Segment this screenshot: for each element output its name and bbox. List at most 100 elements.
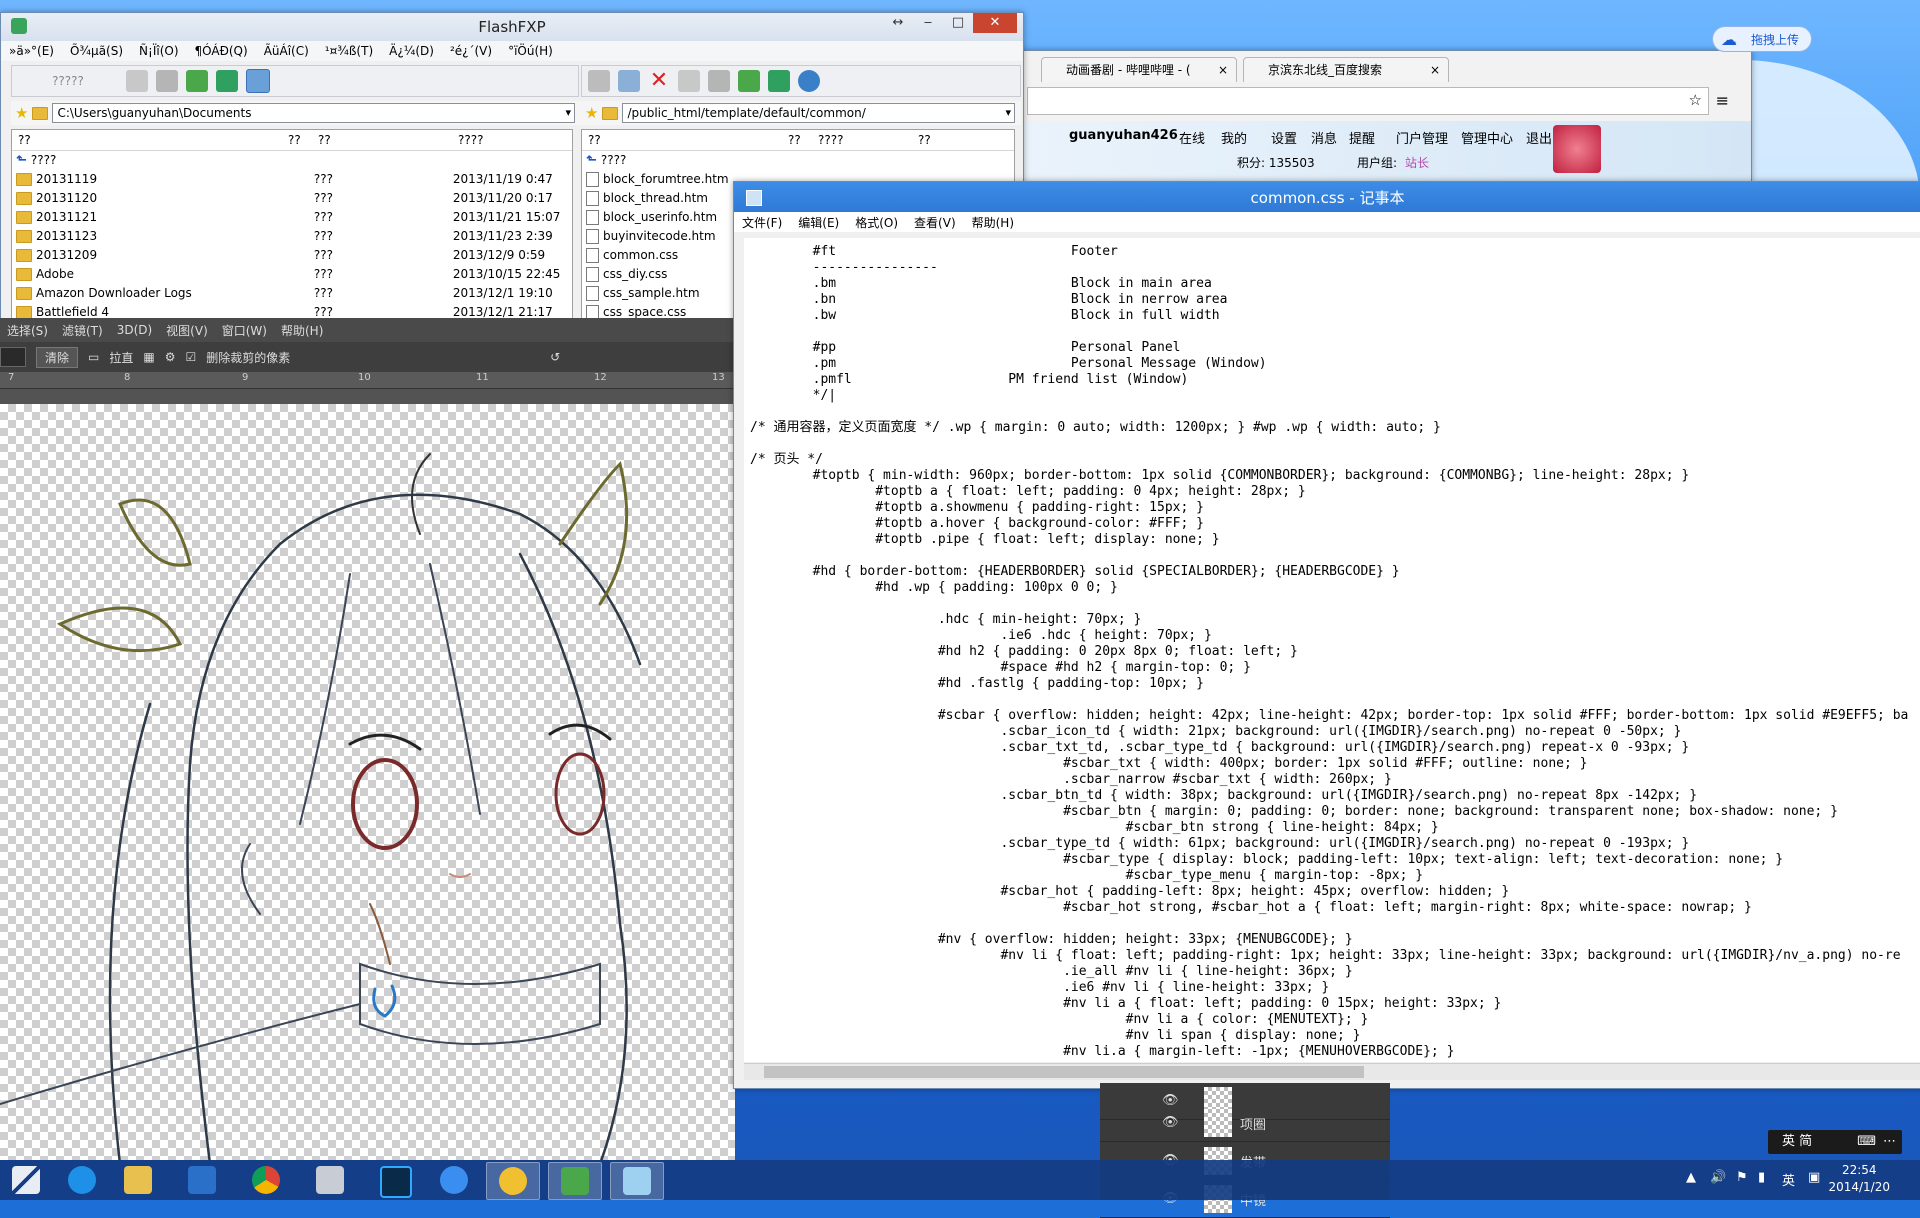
compare-icon[interactable] <box>738 70 760 92</box>
reset-icon[interactable]: ↺ <box>550 350 560 364</box>
scrollbar-thumb[interactable] <box>764 1066 1364 1078</box>
notification-icon[interactable]: ▣ <box>1808 1170 1820 1185</box>
col-name[interactable]: ?? <box>582 130 788 150</box>
browser-tab-bilibili[interactable]: 动画番剧 - 哔哩哔哩 - (× <box>1041 57 1237 82</box>
folder-icon[interactable] <box>32 106 49 120</box>
eye-icon[interactable]: 👁 <box>1162 1115 1179 1130</box>
right-path-input[interactable]: /public_html/template/default/common/ <box>622 103 1015 123</box>
artwork-canvas[interactable] <box>0 404 735 1160</box>
link-reminders[interactable]: 提醒 <box>1349 128 1375 147</box>
menu-select[interactable]: 选择(S) <box>0 322 55 339</box>
taskbar-flashfxp-blue[interactable] <box>176 1162 228 1198</box>
table-row[interactable]: Adobe??? 2013/10/15 22:45 <box>12 265 572 284</box>
refresh-icon[interactable] <box>768 70 790 92</box>
table-row[interactable]: 20131121??? 2013/11/21 15:07 <box>12 208 572 227</box>
avatar[interactable] <box>1553 125 1601 173</box>
minimize-button[interactable]: ‒ <box>913 13 943 33</box>
connect-button[interactable]: ????? <box>18 74 118 88</box>
link-settings[interactable]: 设置 <box>1271 128 1297 147</box>
transfer-icon[interactable] <box>708 70 730 92</box>
menu-file[interactable]: 文件(F) <box>734 214 790 231</box>
taskbar-flashfxp[interactable] <box>548 1162 602 1200</box>
link-admin-center[interactable]: 管理中心 <box>1461 128 1513 147</box>
volume-icon[interactable]: 🔊 <box>1710 1170 1726 1185</box>
ime-mode[interactable]: 英 简 <box>1776 1134 1812 1149</box>
clear-button[interactable]: 清除 <box>36 346 79 368</box>
menu-commands[interactable]: ÃüÁî(C) <box>256 44 317 58</box>
link-portal-admin[interactable]: 门户管理 <box>1396 128 1448 147</box>
ratio-field[interactable] <box>0 347 26 367</box>
menu-edit[interactable]: 编辑(E) <box>790 214 847 231</box>
upload-widget[interactable]: ☁ 拖拽上传 <box>1712 26 1812 52</box>
horizontal-scrollbar[interactable] <box>744 1063 1920 1080</box>
col-date[interactable]: ???? <box>458 130 558 150</box>
menu-help[interactable]: 帮助(H) <box>964 214 1022 231</box>
gear-icon[interactable]: ⚙ <box>165 350 176 364</box>
menu-3d[interactable]: 3D(D) <box>110 323 159 337</box>
col-size[interactable]: ?? <box>788 130 818 150</box>
eye-icon[interactable]: 👁 <box>1162 1093 1179 1108</box>
list-item-up[interactable]: ⬑???? <box>582 151 1014 170</box>
taskbar-baidu-cloud[interactable] <box>428 1162 480 1198</box>
col-date[interactable]: ???? <box>818 130 918 150</box>
taskbar-ie[interactable] <box>56 1162 108 1198</box>
username-link[interactable]: guanyuhan426 <box>1069 128 1178 143</box>
local-file-list[interactable]: ?? ?? ?? ???? ⬑???? 20131119??? 2013/11/1… <box>11 129 573 321</box>
photoshop-window[interactable]: 选择(S) 滤镜(T) 3D(D) 视图(V) 窗口(W) 帮助(H) 清除 ▭… <box>0 318 735 1160</box>
col-name[interactable]: ?? <box>12 130 288 150</box>
settings-icon[interactable]: ⋯ <box>1883 1130 1896 1154</box>
menu-session[interactable]: »ä»°(E) <box>1 44 62 58</box>
pause-icon[interactable] <box>126 70 148 92</box>
refresh-icon[interactable] <box>216 70 238 92</box>
browser-tab-baidu[interactable]: 京滨东北线_百度搜索 × <box>1243 57 1449 82</box>
pause-icon[interactable] <box>678 70 700 92</box>
connect-icon[interactable] <box>588 70 610 92</box>
start-button[interactable] <box>0 1162 52 1198</box>
tray-arrow-icon[interactable]: ▲ <box>1686 1170 1696 1185</box>
ime-toolbar[interactable]: 英 简 ⌨ ⋯ <box>1768 1130 1902 1154</box>
close-icon[interactable]: × <box>1430 58 1440 82</box>
tray-ime[interactable]: 英 <box>1782 1170 1795 1189</box>
menu-view[interactable]: 视图(V) <box>159 322 215 339</box>
layer-row[interactable]: 👁 项圈 <box>1100 1105 1390 1142</box>
menu-format[interactable]: 格式(O) <box>847 214 906 231</box>
link-messages[interactable]: 消息 <box>1311 128 1337 147</box>
folder-icon[interactable] <box>602 106 619 120</box>
link-my[interactable]: 我的 <box>1221 128 1247 147</box>
star-icon[interactable]: ☆ <box>1689 91 1702 109</box>
menu-options[interactable]: Ñ¡Ïî(O) <box>131 44 186 58</box>
keyboard-icon[interactable]: ⌨ <box>1857 1130 1876 1154</box>
close-button[interactable]: ✕ <box>973 13 1017 33</box>
taskbar-calculator[interactable] <box>304 1162 356 1198</box>
star-icon[interactable]: ★ <box>585 104 598 122</box>
restore-icon[interactable]: ↔ <box>883 13 913 33</box>
flag-icon[interactable]: ⚑ <box>1736 1170 1748 1185</box>
menu-icon[interactable]: ≡ <box>1716 91 1729 110</box>
globe-icon[interactable] <box>798 70 820 92</box>
col-attr[interactable]: ?? <box>918 130 978 150</box>
menu-tools[interactable]: ¹¤¾ß(T) <box>317 44 381 58</box>
compare-icon[interactable] <box>186 70 208 92</box>
notepad-titlebar[interactable]: common.css - 记事本 <box>734 182 1920 212</box>
menu-window[interactable]: 窗口(W) <box>215 322 274 339</box>
address-bar[interactable]: ☆ <box>1027 87 1709 115</box>
list-item-up[interactable]: ⬑???? <box>12 151 572 170</box>
table-row[interactable]: 20131120??? 2013/11/20 0:17 <box>12 189 572 208</box>
delete-crop-checkbox[interactable]: ☑ <box>185 350 196 364</box>
table-row[interactable]: 20131123??? 2013/11/23 2:39 <box>12 227 572 246</box>
taskbar-photoshop[interactable] <box>368 1162 420 1198</box>
straighten-icon[interactable]: ▭ <box>88 350 99 364</box>
taskbar-explorer[interactable] <box>112 1162 164 1198</box>
menu-sites[interactable]: Õ¾µã(S) <box>62 44 131 58</box>
table-row[interactable]: Amazon Downloader Logs??? 2013/12/1 19:10 <box>12 284 572 303</box>
star-icon[interactable]: ★ <box>15 104 28 122</box>
menu-help[interactable]: 帮助(H) <box>274 322 330 339</box>
notepad-window[interactable]: common.css - 记事本 文件(F) 编辑(E) 格式(O) 查看(V)… <box>733 181 1920 1089</box>
maximize-button[interactable]: □ <box>943 13 973 33</box>
abort-icon[interactable]: ✕ <box>648 70 670 92</box>
clock[interactable]: 22:54 2014/1/20 <box>1828 1162 1890 1196</box>
menu-queue[interactable]: ¶ÓÁÐ(Q) <box>187 44 256 58</box>
table-row[interactable]: 20131119??? 2013/11/19 0:47 <box>12 170 572 189</box>
menu-help[interactable]: °ïÖú(H) <box>500 44 561 58</box>
flashfxp-titlebar[interactable]: FlashFXP ↔ ‒ □ ✕ <box>1 13 1023 41</box>
